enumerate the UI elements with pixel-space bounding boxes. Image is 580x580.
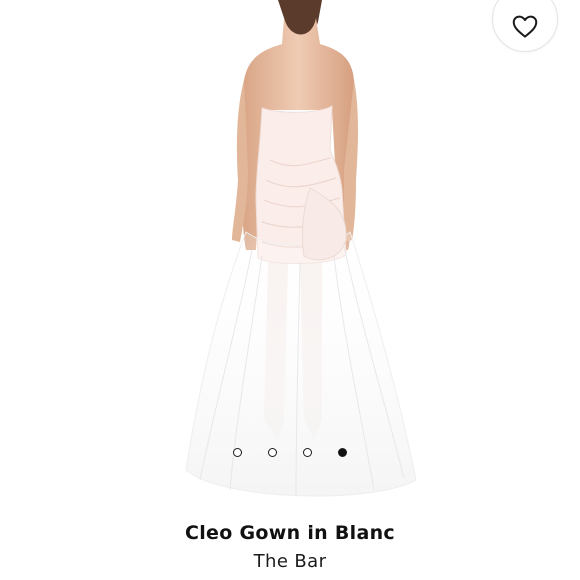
gown-photo	[185, 0, 417, 497]
carousel-dots	[0, 448, 580, 457]
product-brand[interactable]: The Bar	[0, 551, 580, 572]
carousel-dot-2[interactable]	[268, 448, 277, 457]
carousel-dot-3[interactable]	[303, 448, 312, 457]
carousel-dot-4-active[interactable]	[338, 448, 347, 457]
carousel-dot-1[interactable]	[233, 448, 242, 457]
product-image[interactable]	[0, 0, 580, 510]
product-title[interactable]: Cleo Gown in Blanc	[0, 522, 580, 544]
heart-outline-icon	[510, 11, 540, 41]
